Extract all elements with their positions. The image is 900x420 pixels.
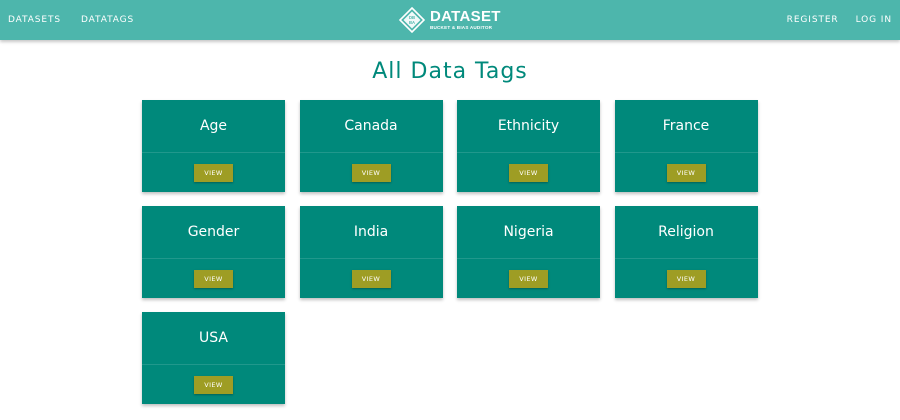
brand-subtitle: BUCKET & BIAS AUDITOR	[430, 25, 493, 30]
tag-name: Religion	[658, 224, 714, 240]
card-action: VIEW	[457, 258, 600, 298]
view-button-ethnicity[interactable]: VIEW	[509, 163, 548, 182]
tag-card-nigeria: Nigeria VIEW	[457, 206, 600, 298]
top-navbar: DATASETS DATATAGS DB BA DATASET BUCKET &…	[0, 0, 900, 40]
brand-logo-icon: DB BA	[399, 7, 425, 33]
tag-name: Nigeria	[503, 224, 554, 240]
tag-grid: Age VIEW Canada VIEW Ethnicity VIEW Fran…	[142, 100, 758, 404]
card-action: VIEW	[142, 364, 285, 404]
tag-card-canada: Canada VIEW	[299, 100, 443, 192]
brand-text: DATASET BUCKET & BIAS AUDITOR	[430, 9, 501, 31]
nav-right: REGISTER LOG IN	[770, 0, 892, 40]
tag-name: India	[353, 224, 389, 240]
tag-card-age: Age VIEW	[142, 100, 285, 192]
tag-card-religion: Religion VIEW	[614, 206, 758, 298]
tag-name: Ethnicity	[497, 118, 560, 134]
brand-logo-text-2: BA	[409, 20, 415, 25]
tag-name: France	[662, 118, 710, 134]
tag-name: Age	[199, 118, 228, 134]
card-action: VIEW	[457, 152, 600, 192]
card-action: VIEW	[299, 258, 443, 298]
tag-card-india: India VIEW	[299, 206, 443, 298]
view-button-india[interactable]: VIEW	[351, 269, 391, 288]
card-action: VIEW	[142, 152, 285, 192]
brand-home-link[interactable]: DB BA DATASET BUCKET & BIAS AUDITOR	[399, 4, 501, 36]
nav-link-register[interactable]: REGISTER	[787, 0, 839, 40]
view-button-france[interactable]: VIEW	[666, 163, 706, 182]
nav-link-datatags[interactable]: DATATAGS	[81, 0, 134, 40]
card-action: VIEW	[299, 152, 443, 192]
view-button-usa[interactable]: VIEW	[194, 375, 233, 394]
nav-link-login[interactable]: LOG IN	[856, 0, 892, 40]
tag-card-usa: USA VIEW	[142, 312, 285, 404]
tag-name: Gender	[187, 224, 240, 240]
view-button-religion[interactable]: VIEW	[666, 269, 706, 288]
tag-name: USA	[199, 330, 228, 346]
page-title: All Data Tags	[372, 59, 528, 84]
brand-title: DATASET	[430, 8, 501, 25]
tag-name: Canada	[344, 118, 398, 134]
view-button-gender[interactable]: VIEW	[194, 269, 233, 288]
nav-link-datasets[interactable]: DATASETS	[8, 0, 61, 40]
card-action: VIEW	[614, 258, 758, 298]
tag-card-france: France VIEW	[614, 100, 758, 192]
tag-card-gender: Gender VIEW	[142, 206, 285, 298]
card-action: VIEW	[142, 258, 285, 298]
view-button-canada[interactable]: VIEW	[351, 163, 391, 182]
view-button-nigeria[interactable]: VIEW	[509, 269, 548, 288]
tag-card-ethnicity: Ethnicity VIEW	[457, 100, 600, 192]
view-button-age[interactable]: VIEW	[194, 163, 233, 182]
card-action: VIEW	[614, 152, 758, 192]
nav-left: DATASETS DATATAGS	[8, 0, 154, 40]
